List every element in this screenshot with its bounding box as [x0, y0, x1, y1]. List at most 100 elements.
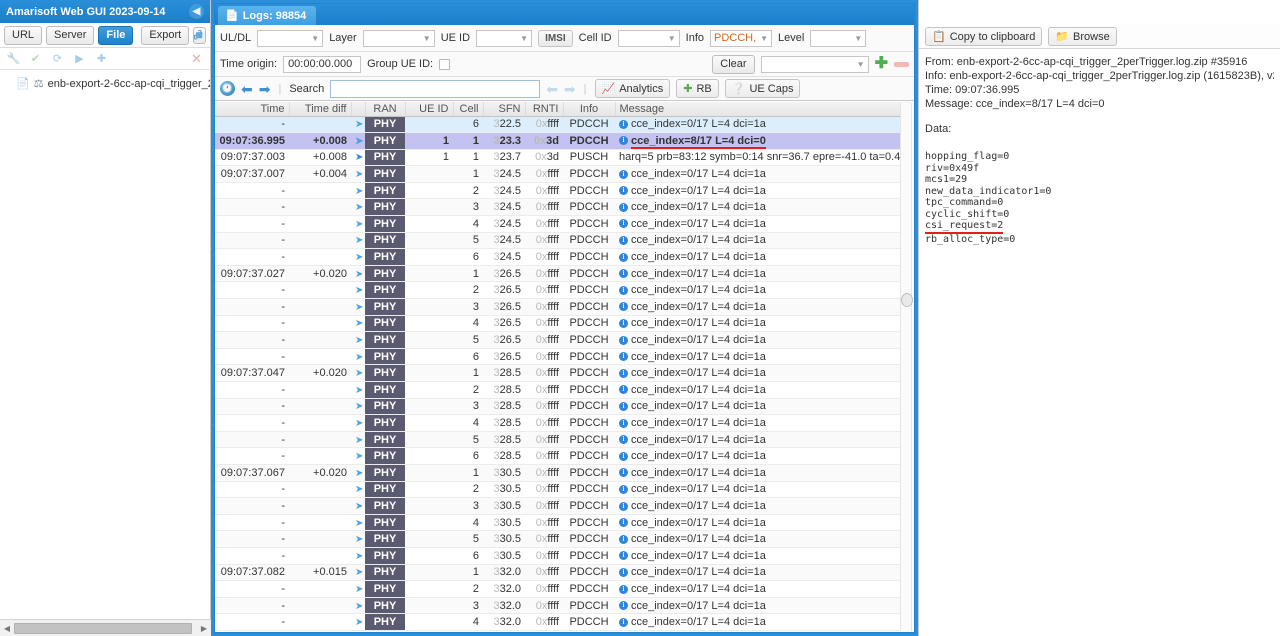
arrow-right-icon[interactable]: ➡	[259, 82, 271, 96]
rb-button[interactable]: ✚ RB	[676, 79, 719, 98]
tab-logs[interactable]: 📄 Logs: 98854	[218, 6, 317, 25]
play-circle-icon[interactable]: ▶	[73, 52, 86, 65]
table-row[interactable]: 09:07:37.047 +0.020 ➤ PHY 1 328.5 0xffff PDCCH i…	[215, 364, 910, 382]
puzzle-icon[interactable]: ✚	[95, 52, 108, 65]
search-next-icon[interactable]: ➡	[564, 82, 576, 96]
scroll-track[interactable]	[14, 621, 197, 635]
source-file-button[interactable]: File	[98, 25, 134, 45]
close-x-icon[interactable]: ✕	[190, 51, 203, 66]
col-header-sfn[interactable]: SFN	[483, 102, 526, 117]
log-table-container[interactable]: Time Time diff RAN UE ID Cell SFN RNTI I…	[215, 102, 914, 632]
uldl-select[interactable]: ▼	[257, 29, 324, 47]
analytics-button[interactable]: 📈 Analytics	[594, 79, 671, 98]
source-url-button[interactable]: URL	[4, 25, 43, 45]
source-server-button[interactable]: Server	[46, 25, 95, 45]
cell-ue-id	[405, 481, 453, 499]
puzzle-icon[interactable]	[193, 26, 207, 44]
table-row[interactable]: - ➤ PHY 5 324.5 0xffff PDCCH i cce_index=0/17 L=…	[215, 232, 910, 250]
log-vertical-scrollbar[interactable]	[900, 103, 913, 631]
table-row[interactable]: - ➤ PHY 3 330.5 0xffff PDCCH i cce_index=0/17 L=…	[215, 497, 910, 515]
table-row[interactable]: - ➤ PHY 2 330.5 0xffff PDCCH i cce_index=0/17 L=…	[215, 481, 910, 499]
cellid-select[interactable]: ▼	[617, 29, 680, 47]
list-item[interactable]: 📄 ⚖ enb-export-2-6cc-ap-cqi_trigger_2per…	[0, 76, 210, 91]
refresh-icon[interactable]: ⟳	[51, 52, 64, 65]
wrench-icon[interactable]: 🔧	[7, 52, 21, 65]
search-input[interactable]	[330, 79, 541, 98]
info-select[interactable]: PDCCH, P▐ ▼	[710, 29, 772, 47]
table-row[interactable]: - ➤ PHY 4 330.5 0xffff PDCCH i cce_index=0/17 L=…	[215, 514, 910, 532]
group-ue-checkbox[interactable]	[439, 58, 451, 70]
direction-arrow-icon: ➤	[355, 500, 364, 512]
ue-caps-button[interactable]: ❔ UE Caps	[724, 79, 801, 98]
table-row[interactable]: 09:07:37.003 +0.008 ➤ PHY 1 1 323.7 0x3d PUSCH ha…	[215, 149, 910, 167]
cell-time-diff	[289, 232, 351, 250]
col-header-rnti[interactable]: RNTI	[525, 102, 564, 117]
table-row[interactable]: - ➤ PHY 3 326.5 0xffff PDCCH i cce_index=0/17 L=…	[215, 298, 910, 316]
scroll-thumb[interactable]	[14, 622, 192, 634]
table-row[interactable]: - ➤ PHY 6 328.5 0xffff PDCCH i cce_index=0/17 L=…	[215, 447, 910, 465]
sidebar-horizontal-scrollbar[interactable]: ◀ ▶	[0, 619, 211, 636]
scroll-right-arrow-icon[interactable]: ▶	[197, 624, 211, 633]
table-row[interactable]: - ➤ PHY 3 328.5 0xffff PDCCH i cce_index=0/17 L=…	[215, 398, 910, 416]
table-row[interactable]: - ➤ PHY 2 326.5 0xffff PDCCH i cce_index=0/17 L=…	[215, 281, 910, 300]
col-header-cell[interactable]: Cell	[453, 102, 484, 117]
detail-data-line: csi_request=2	[925, 220, 1274, 234]
table-row[interactable]: - ➤ PHY 5 330.5 0xffff PDCCH i cce_index=0/17 L=…	[215, 530, 910, 548]
col-header-timediff[interactable]: Time diff	[289, 102, 352, 117]
clock-icon[interactable]: 🕐	[220, 81, 235, 96]
copy-to-clipboard-button[interactable]: 📋 Copy to clipboard	[925, 27, 1043, 46]
layer-select[interactable]: ▼	[362, 29, 435, 47]
info-badge-icon: i	[619, 385, 628, 395]
table-row[interactable]: - ➤ PHY 6 322.5 0xffff PDCCH i cce_index=0/17 L=…	[215, 116, 910, 134]
col-header-message[interactable]: Message	[615, 102, 910, 117]
clear-preset-select[interactable]: ▼	[760, 55, 869, 73]
chevron-left-icon[interactable]: ◀	[189, 4, 204, 19]
table-row[interactable]: - ➤ PHY 4 332.0 0xffff PDCCH i cce_index=0/17 L=…	[215, 613, 910, 631]
table-row[interactable]: - ➤ PHY 6 324.5 0xffff PDCCH i cce_index=0/17 L=…	[215, 248, 910, 266]
col-header-ueid[interactable]: UE ID	[405, 102, 454, 117]
search-prev-icon[interactable]: ⬅	[546, 82, 558, 96]
cell-sfn: 323.3	[483, 132, 525, 150]
table-row[interactable]: 09:07:37.007 +0.004 ➤ PHY 1 324.5 0xffff PDCCH i…	[215, 165, 910, 183]
level-select[interactable]: ▼	[810, 29, 867, 47]
table-row[interactable]: - ➤ PHY 6 330.5 0xffff PDCCH i cce_index=0/17 L=…	[215, 547, 910, 565]
table-row[interactable]: - ➤ PHY 2 324.5 0xffff PDCCH i cce_index=0/17 L=…	[215, 182, 910, 200]
table-row[interactable]: - ➤ PHY 3 332.0 0xffff PDCCH i cce_index=0/17 L=…	[215, 597, 910, 615]
time-origin-input[interactable]: 00:00:00.000	[283, 55, 362, 73]
check-circle-icon[interactable]: ✔	[29, 52, 42, 65]
table-row[interactable]: - ➤ PHY 2 332.0 0xffff PDCCH i cce_index=0/17 L=…	[215, 580, 910, 598]
col-header-info[interactable]: Info	[563, 102, 616, 117]
table-row[interactable]: - ➤ PHY 5 328.5 0xffff PDCCH i cce_index=0/17 L=…	[215, 431, 910, 449]
browse-button[interactable]: 📁 Browse	[1048, 27, 1117, 46]
minus-icon[interactable]	[894, 61, 909, 67]
table-row[interactable]: - ➤ PHY 4 326.5 0xffff PDCCH i cce_index=0/17 L=…	[215, 315, 910, 333]
table-row[interactable]: - ➤ PHY 4 324.5 0xffff PDCCH i cce_index=0/17 L=…	[215, 215, 910, 233]
cell-time: -	[215, 298, 289, 316]
clear-button[interactable]: Clear	[712, 54, 755, 74]
export-button[interactable]: Export	[141, 25, 190, 45]
table-row[interactable]: 09:07:36.995 +0.008 ➤ PHY 1 1 323.3 0x3d PDCCH i c…	[215, 132, 910, 150]
cell-ran: PHY	[365, 132, 405, 150]
arrow-left-icon[interactable]: ⬅	[241, 82, 253, 96]
scroll-thumb[interactable]	[901, 293, 913, 307]
file-tree: 📄 ⚖ enb-export-2-6cc-ap-cqi_trigger_2per…	[0, 70, 210, 636]
table-row[interactable]: 09:07:37.027 +0.020 ➤ PHY 1 326.5 0xffff PDCCH i…	[215, 265, 910, 283]
col-header-ran[interactable]: RAN	[365, 102, 406, 117]
table-row[interactable]: - ➤ PHY 4 328.5 0xffff PDCCH i cce_index=0/17 L=…	[215, 414, 910, 432]
plus-icon[interactable]: ✚	[875, 56, 888, 72]
scroll-left-arrow-icon[interactable]: ◀	[0, 624, 14, 633]
detail-data-line: mcs1=29	[925, 174, 968, 185]
imsi-button[interactable]: IMSI	[538, 29, 573, 47]
col-header-time[interactable]: Time	[215, 102, 290, 117]
cell-info: PDCCH	[563, 580, 615, 598]
table-row[interactable]: 09:07:37.082 +0.015 ➤ PHY 1 332.0 0xffff PDCCH i…	[215, 564, 910, 582]
table-row[interactable]: - ➤ PHY 5 326.5 0xffff PDCCH i cce_index=0/17 L=…	[215, 331, 910, 349]
ueid-select[interactable]: ▼	[476, 29, 533, 47]
table-row[interactable]: 09:07:37.067 +0.020 ➤ PHY 1 330.5 0xffff PDCCH i…	[215, 464, 910, 482]
cell-rnti: 0x3d	[525, 132, 563, 150]
direction-arrow-icon: ➤	[355, 617, 364, 629]
table-row[interactable]: - ➤ PHY 3 324.5 0xffff PDCCH i cce_index=0/17 L=…	[215, 198, 910, 217]
cell-message: i cce_index=0/17 L=4 dci=1a	[615, 447, 910, 465]
table-row[interactable]: - ➤ PHY 2 328.5 0xffff PDCCH i cce_index=0/17 L=…	[215, 381, 910, 399]
table-row[interactable]: - ➤ PHY 6 326.5 0xffff PDCCH i cce_index=0/17 L=…	[215, 348, 910, 366]
